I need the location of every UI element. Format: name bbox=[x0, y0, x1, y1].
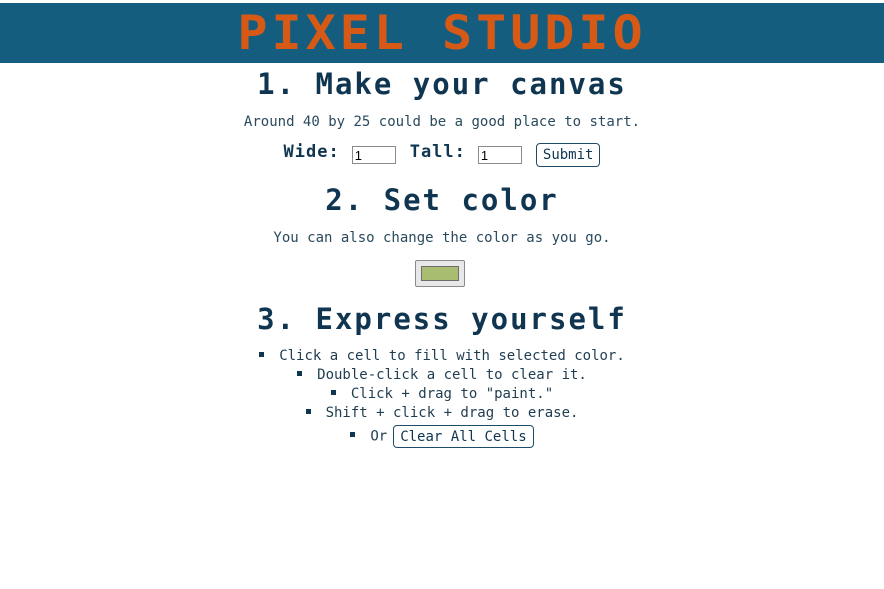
bullet-icon bbox=[259, 351, 265, 357]
submit-button[interactable]: Submit bbox=[535, 143, 601, 167]
canvas-size-hint: Around 40 by 25 could be a good place to… bbox=[243, 114, 641, 130]
instruction-text: Click + drag to "paint." bbox=[350, 386, 554, 402]
color-swatch bbox=[421, 266, 459, 281]
bullet-icon bbox=[297, 370, 303, 376]
list-item: Double-click a cell to clear it. bbox=[0, 366, 884, 385]
header-banner: PIXEL STUDIO bbox=[0, 3, 884, 63]
color-picker[interactable] bbox=[415, 260, 465, 287]
bullet-icon bbox=[305, 408, 311, 414]
instruction-text: Double-click a cell to clear it. bbox=[317, 367, 587, 383]
list-item: Or Clear All Cells bbox=[0, 425, 884, 448]
clear-all-cells-button[interactable]: Clear All Cells bbox=[393, 425, 534, 448]
or-label: Or bbox=[370, 428, 388, 445]
set-color-heading: 2. Set color bbox=[325, 183, 559, 217]
canvas-size-form: Wide: Tall: Submit bbox=[0, 142, 884, 167]
instruction-text: Shift + click + drag to erase. bbox=[325, 405, 579, 421]
wide-input[interactable] bbox=[351, 146, 396, 164]
wide-label: Wide: bbox=[283, 142, 340, 162]
instruction-text: Click a cell to fill with selected color… bbox=[279, 348, 625, 364]
instructions-list: Click a cell to fill with selected color… bbox=[0, 347, 884, 448]
express-yourself-heading: 3. Express yourself bbox=[257, 302, 627, 336]
list-item: Click a cell to fill with selected color… bbox=[0, 347, 884, 366]
bullet-icon bbox=[350, 432, 356, 437]
app-title: PIXEL STUDIO bbox=[237, 5, 647, 61]
color-hint: You can also change the color as you go. bbox=[273, 230, 611, 246]
bullet-icon bbox=[330, 389, 336, 395]
tall-input[interactable] bbox=[477, 146, 522, 164]
list-item: Click + drag to "paint." bbox=[0, 385, 884, 404]
tall-label: Tall: bbox=[409, 142, 466, 162]
list-item: Shift + click + drag to erase. bbox=[0, 404, 884, 423]
make-canvas-heading: 1. Make your canvas bbox=[257, 67, 627, 101]
